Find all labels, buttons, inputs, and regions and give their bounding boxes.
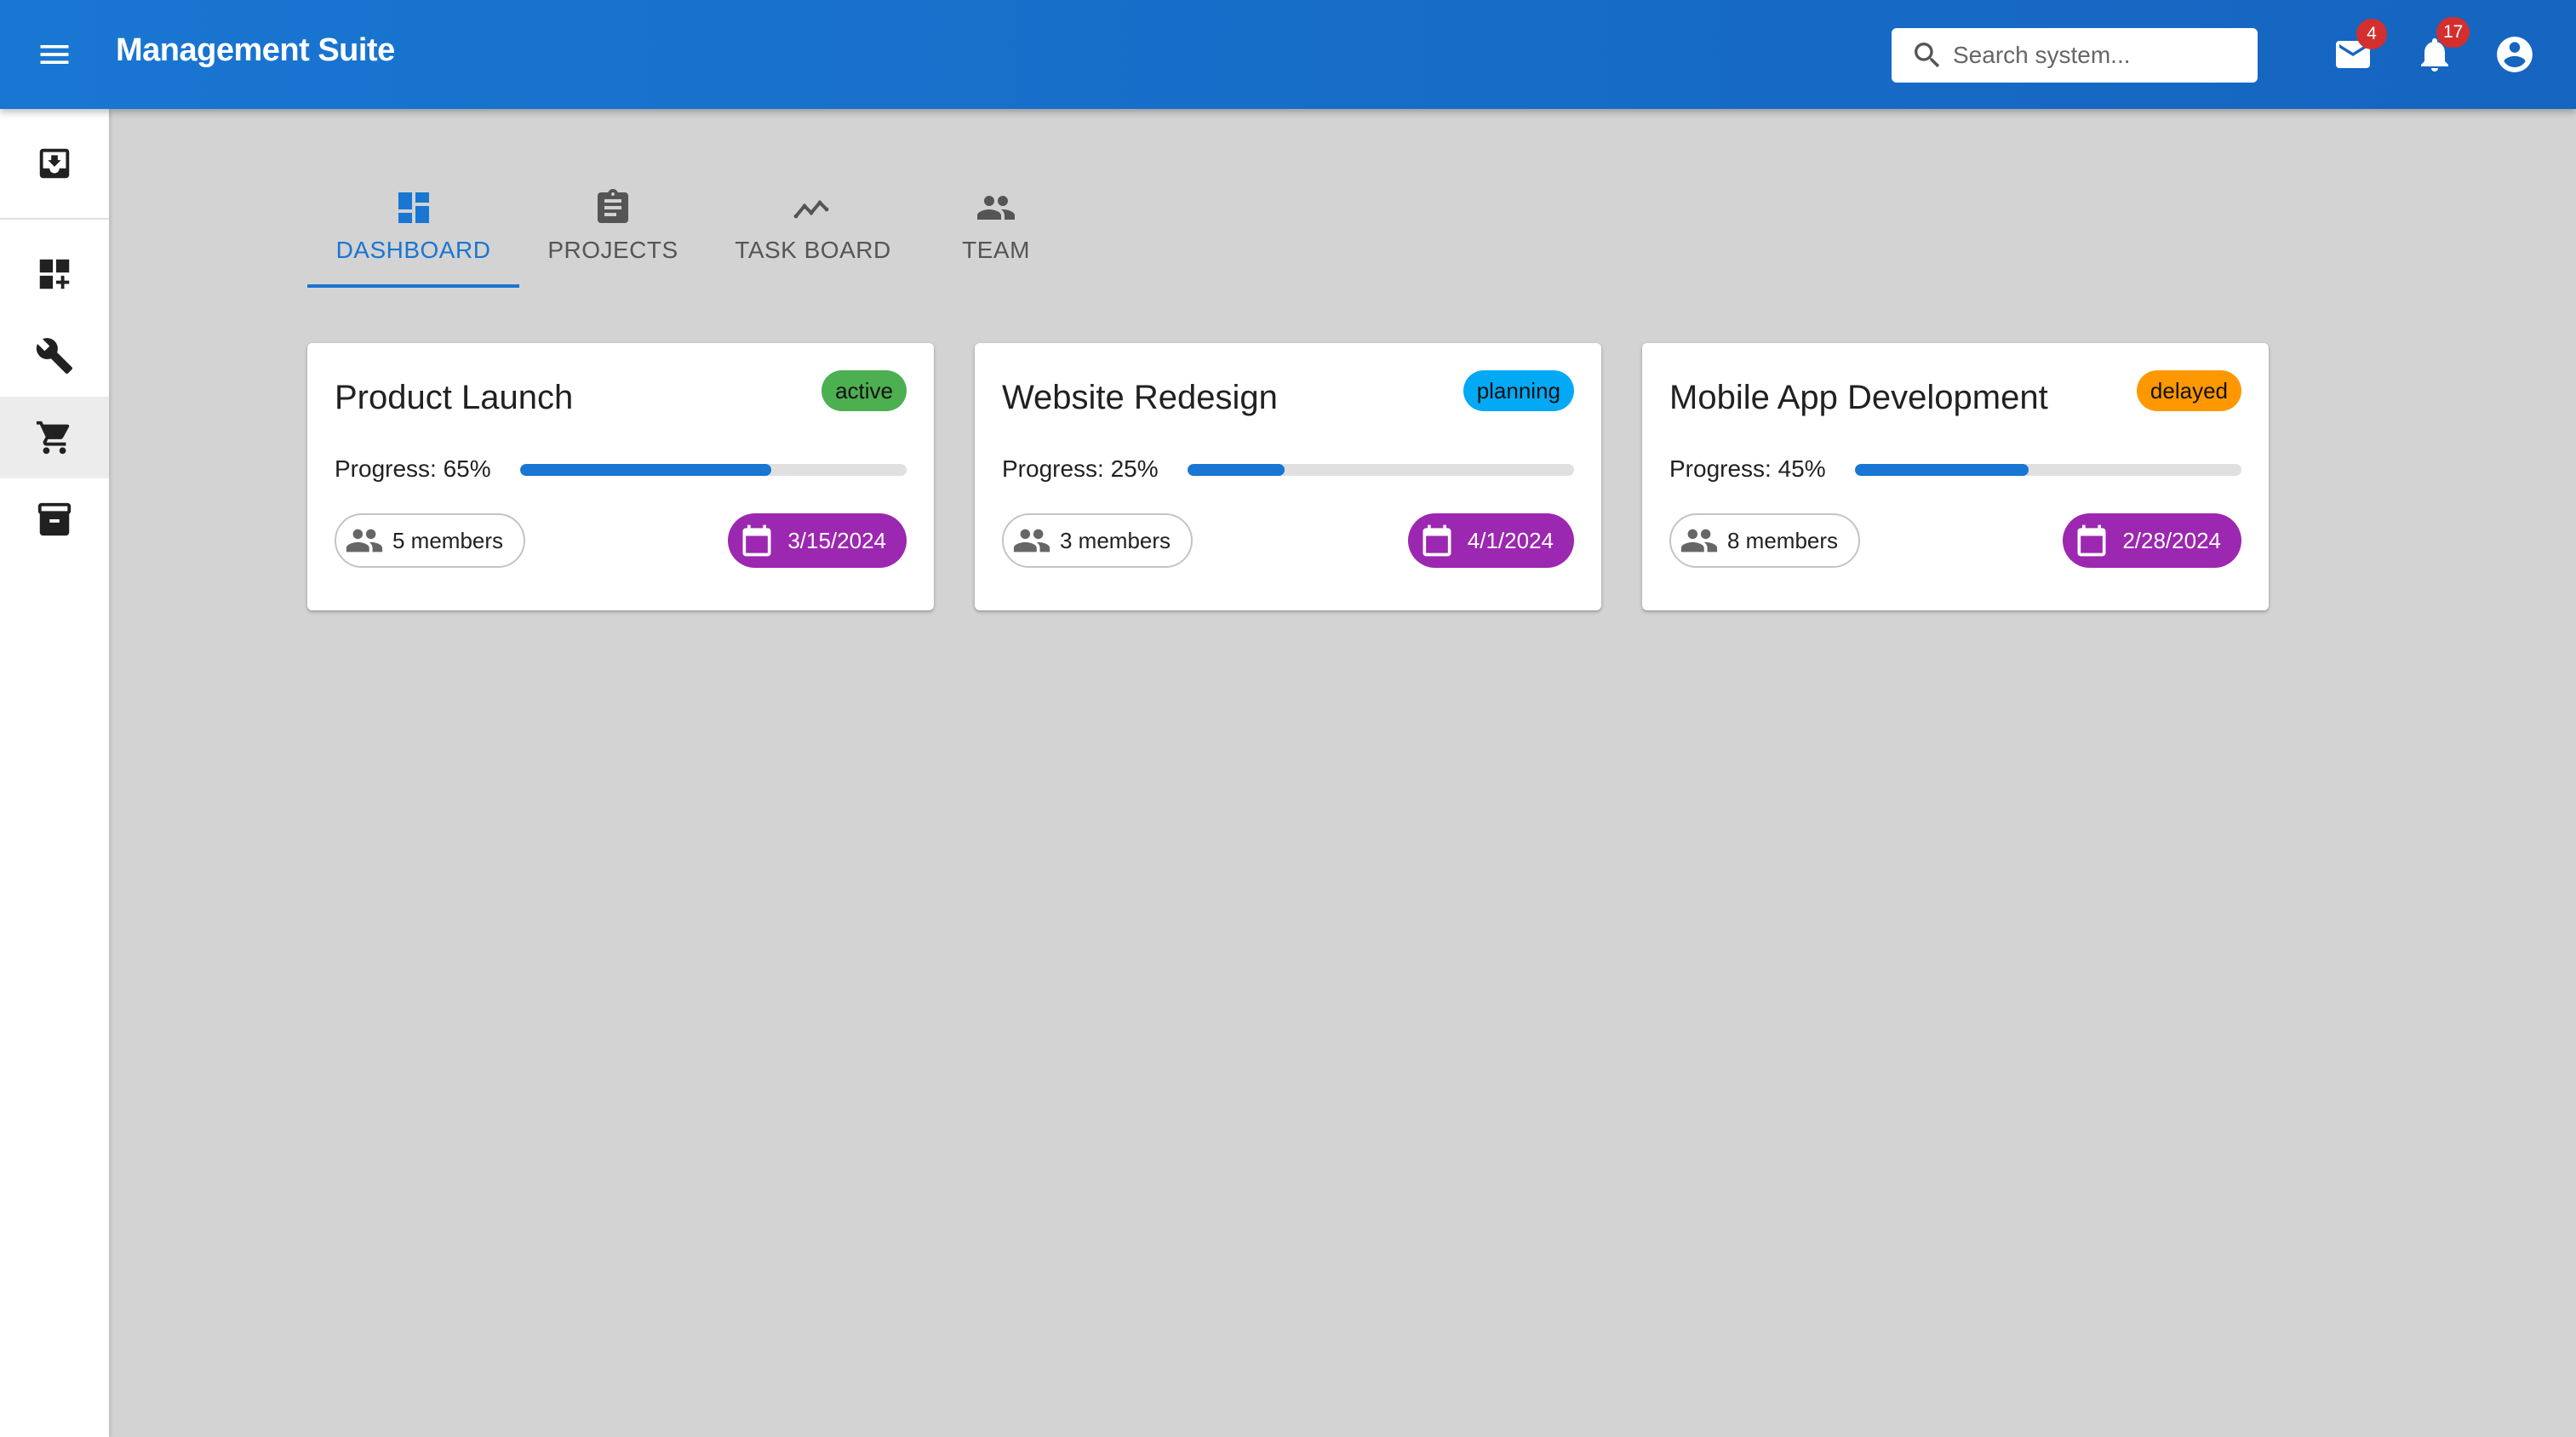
sidebar-item-inbox[interactable]: [0, 123, 109, 204]
tab-label: PROJECTS: [547, 237, 678, 263]
due-date-chip[interactable]: 3/15/2024: [728, 513, 907, 568]
due-date: 4/1/2024: [1467, 527, 1554, 553]
app-bar: Management Suite 4 17: [0, 0, 2576, 109]
progress-label: Progress: 65%: [335, 455, 491, 482]
members-count: 8 members: [1727, 527, 1839, 553]
dashboard-icon: [398, 192, 429, 223]
clipboard-icon: [598, 189, 628, 223]
calendar-icon: [742, 524, 771, 557]
progress-bar: [1855, 464, 2241, 476]
project-card[interactable]: Product Launch active Progress: 65% 5 me…: [307, 343, 934, 610]
progress-fill: [1855, 464, 2029, 476]
progress-bar: [1188, 464, 1574, 476]
status-badge: active: [821, 370, 907, 411]
progress-label: Progress: 45%: [1669, 455, 1826, 482]
tab-projects[interactable]: PROJECTS: [531, 180, 695, 288]
tab-label: TEAM: [962, 237, 1030, 263]
tab-task-board[interactable]: TASK BOARD: [718, 180, 907, 288]
people-icon: [977, 196, 1015, 220]
mail-badge: 4: [2356, 19, 2387, 49]
progress-label: Progress: 25%: [1002, 455, 1159, 482]
tab-label: DASHBOARD: [335, 237, 491, 263]
project-title: Website Redesign: [1002, 379, 1278, 416]
project-title: Product Launch: [335, 379, 574, 416]
members-chip[interactable]: 3 members: [1002, 513, 1194, 568]
trend-icon: [793, 200, 829, 219]
sidebar-item-dashboard-add[interactable]: [0, 233, 109, 315]
cart-icon: [36, 421, 70, 455]
inbox-download-icon: [39, 148, 70, 179]
account-button[interactable]: [2491, 31, 2539, 78]
people-icon: [1013, 529, 1050, 552]
calendar-icon: [1423, 524, 1451, 557]
notifications-button[interactable]: 17: [2411, 17, 2470, 78]
people-icon: [1680, 529, 1718, 552]
sidebar-item-tools[interactable]: [0, 315, 109, 397]
sidebar-item-cart[interactable]: [0, 397, 109, 478]
search-box[interactable]: [1892, 28, 2258, 83]
mail-button[interactable]: 4: [2329, 19, 2387, 78]
sidebar-item-archive[interactable]: [0, 478, 109, 560]
dashboard-add-icon: [39, 259, 70, 289]
project-card[interactable]: Mobile App Development delayed Progress:…: [1642, 343, 2269, 610]
due-date-chip[interactable]: 2/28/2024: [2063, 513, 2241, 568]
members-count: 3 members: [1060, 527, 1171, 553]
sidebar: [0, 109, 109, 1437]
progress-fill: [1188, 464, 1285, 476]
search-input[interactable]: [1951, 41, 2244, 70]
active-tab-indicator: [307, 284, 519, 288]
status-badge: delayed: [2136, 370, 2241, 411]
due-date-chip[interactable]: 4/1/2024: [1407, 513, 1574, 568]
sidebar-divider: [0, 218, 109, 220]
due-date: 3/15/2024: [787, 527, 886, 553]
notifications-badge: 17: [2436, 17, 2470, 48]
menu-icon: [40, 45, 69, 64]
project-card[interactable]: Website Redesign planning Progress: 25% …: [975, 343, 1601, 610]
archive-icon: [37, 502, 72, 536]
members-chip[interactable]: 5 members: [335, 513, 526, 568]
wrench-icon: [36, 338, 73, 375]
status-badge: planning: [1463, 370, 1574, 411]
progress-bar: [520, 464, 907, 476]
menu-button[interactable]: [29, 29, 80, 80]
due-date: 2/28/2024: [2122, 527, 2221, 553]
tab-dashboard[interactable]: DASHBOARD: [307, 180, 519, 288]
app-title: Management Suite: [116, 32, 395, 68]
members-chip[interactable]: 8 members: [1669, 513, 1861, 568]
calendar-icon: [2077, 524, 2106, 557]
tab-label: TASK BOARD: [735, 237, 891, 263]
project-title: Mobile App Development: [1669, 379, 2048, 416]
people-icon: [346, 529, 383, 552]
account-circle-icon: [2497, 37, 2533, 72]
progress-fill: [520, 464, 772, 476]
search-icon: [1915, 43, 1940, 68]
members-count: 5 members: [392, 527, 504, 553]
tab-team[interactable]: TEAM: [936, 180, 1056, 288]
